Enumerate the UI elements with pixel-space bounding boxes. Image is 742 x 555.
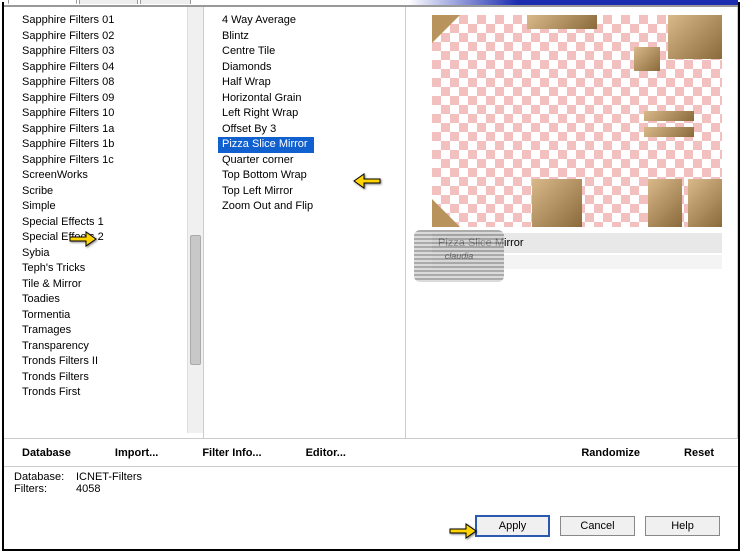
- dialog-buttons: Apply Cancel Help: [475, 515, 720, 537]
- list-item[interactable]: Sapphire Filters 1b: [18, 137, 203, 153]
- apply-button[interactable]: Apply: [475, 515, 550, 537]
- status-filters-label: Filters:: [14, 483, 76, 495]
- watermark-logo: claudia: [414, 230, 504, 282]
- list-item[interactable]: Tormentia: [18, 308, 203, 324]
- list-item[interactable]: Simple: [18, 199, 203, 215]
- randomize-button[interactable]: Randomize: [571, 443, 650, 463]
- editor-button[interactable]: Editor...: [296, 443, 356, 463]
- list-item[interactable]: Sapphire Filters 03: [18, 44, 203, 60]
- list-item[interactable]: Sapphire Filters 10: [18, 106, 203, 122]
- list-item[interactable]: Top Bottom Wrap: [218, 168, 405, 184]
- list-item[interactable]: Toadies: [18, 292, 203, 308]
- filter-listbox[interactable]: 4 Way AverageBlintzCentre TileDiamondsHa…: [204, 7, 405, 433]
- list-item[interactable]: Centre Tile: [218, 44, 405, 60]
- tab-navigator[interactable]: Navigator: [8, 0, 77, 4]
- status-database-value: ICNET-Filters: [76, 471, 142, 483]
- list-item[interactable]: Zoom Out and Flip: [218, 199, 405, 215]
- main-content: Sapphire Filters 01Sapphire Filters 02Sa…: [4, 6, 738, 438]
- list-item[interactable]: Sapphire Filters 08: [18, 75, 203, 91]
- tab-about[interactable]: About: [140, 0, 191, 4]
- list-item[interactable]: Sybia: [18, 246, 203, 262]
- title-banner: Navigator Presets About Filters Unlimite…: [4, 0, 738, 6]
- category-panel: Sapphire Filters 01Sapphire Filters 02Sa…: [4, 7, 204, 438]
- preview-panel: Pizza Slice Mirror: [406, 7, 738, 438]
- list-item[interactable]: ScreenWorks: [18, 168, 203, 184]
- category-listbox[interactable]: Sapphire Filters 01Sapphire Filters 02Sa…: [4, 7, 203, 433]
- list-item[interactable]: Transparency: [18, 339, 203, 355]
- list-item[interactable]: Special Effects 2: [18, 230, 203, 246]
- list-item[interactable]: Teph's Tricks: [18, 261, 203, 277]
- list-item[interactable]: 4 Way Average: [218, 13, 405, 29]
- status-filters-value: 4058: [76, 483, 100, 495]
- list-item[interactable]: Offset By 3: [218, 122, 405, 138]
- list-item[interactable]: Tramages: [18, 323, 203, 339]
- pointer-icon: [448, 518, 478, 540]
- database-button[interactable]: Database: [12, 443, 81, 463]
- tab-bar: Navigator Presets About: [8, 0, 738, 4]
- help-button[interactable]: Help: [645, 516, 720, 536]
- list-item[interactable]: Quarter corner: [218, 153, 405, 169]
- import-button[interactable]: Import...: [105, 443, 168, 463]
- list-item[interactable]: Sapphire Filters 01: [18, 13, 203, 29]
- status-database-label: Database:: [14, 471, 76, 483]
- list-item[interactable]: Sapphire Filters 1c: [18, 153, 203, 169]
- list-item[interactable]: Diamonds: [218, 60, 405, 76]
- category-scrollbar[interactable]: [187, 7, 203, 433]
- list-item[interactable]: Sapphire Filters 02: [18, 29, 203, 45]
- list-item[interactable]: Tronds First: [18, 385, 203, 401]
- list-item[interactable]: Special Effects 1: [18, 215, 203, 231]
- list-item[interactable]: Top Left Mirror: [218, 184, 405, 200]
- reset-button[interactable]: Reset: [674, 443, 724, 463]
- list-item[interactable]: Tile & Mirror: [18, 277, 203, 293]
- list-item[interactable]: Tronds Filters II: [18, 354, 203, 370]
- tab-presets[interactable]: Presets: [79, 0, 138, 4]
- preview-image: [432, 15, 722, 227]
- list-item[interactable]: Sapphire Filters 1a: [18, 122, 203, 138]
- toolbar: Database Import... Filter Info... Editor…: [4, 438, 738, 466]
- status-bar: Database:ICNET-Filters Filters:4058: [4, 466, 738, 499]
- app-window: Navigator Presets About Filters Unlimite…: [2, 2, 740, 551]
- scrollbar-thumb[interactable]: [190, 235, 201, 365]
- list-item[interactable]: Scribe: [18, 184, 203, 200]
- list-item[interactable]: Tronds Filters: [18, 370, 203, 386]
- list-item[interactable]: Pizza Slice Mirror: [218, 137, 314, 153]
- list-item[interactable]: Horizontal Grain: [218, 91, 405, 107]
- list-item[interactable]: Blintz: [218, 29, 405, 45]
- filter-panel: 4 Way AverageBlintzCentre TileDiamondsHa…: [204, 7, 406, 438]
- filter-info-button[interactable]: Filter Info...: [192, 443, 271, 463]
- list-item[interactable]: Half Wrap: [218, 75, 405, 91]
- list-item[interactable]: Left Right Wrap: [218, 106, 405, 122]
- list-item[interactable]: Sapphire Filters 04: [18, 60, 203, 76]
- list-item[interactable]: Sapphire Filters 09: [18, 91, 203, 107]
- cancel-button[interactable]: Cancel: [560, 516, 635, 536]
